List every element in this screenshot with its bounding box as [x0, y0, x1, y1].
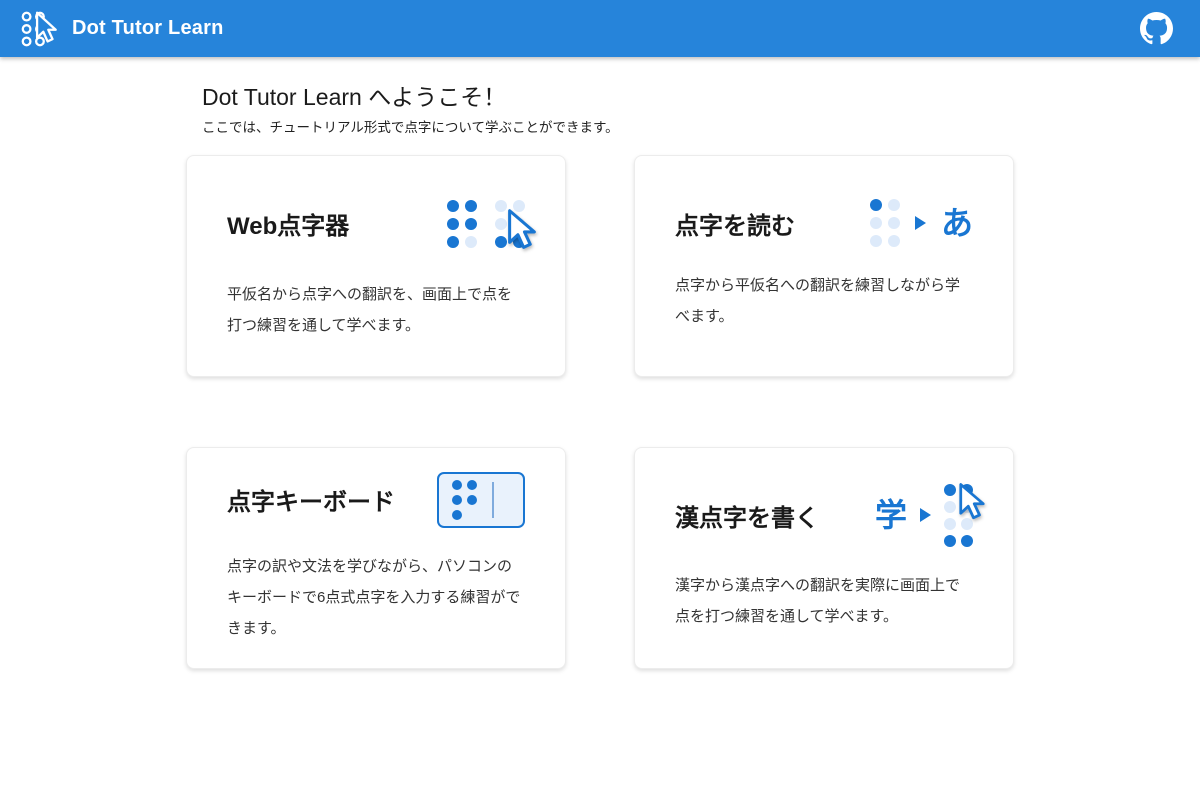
card-braille-keyboard[interactable]: 点字キーボード 点字の訳や文法を学びながら、パソコンのキーボードで6点式点字を入…: [186, 447, 566, 669]
braille-keyboard-key-icon: [437, 472, 525, 528]
card-description: 点字の訳や文法を学びながら、パソコンのキーボードで6点式点字を入力する練習ができ…: [227, 552, 525, 645]
card-read-braille[interactable]: 点字を読む あ 点字から平仮名への翻訳を練習しながら学べます。: [634, 155, 1014, 377]
main-content: Dot Tutor Learn へようこそ！ ここでは、チュートリアル形式で点字…: [186, 57, 1014, 669]
braille-cell: [870, 199, 900, 247]
card-title: 漢点字を書く: [675, 498, 819, 533]
card-write-kanji-braille[interactable]: 漢点字を書く 学: [634, 447, 1014, 669]
card-web-braille-writer[interactable]: Web点字器 平仮名から: [186, 155, 566, 377]
card-title: 点字キーボード: [227, 482, 395, 517]
card-description: 平仮名から点字への翻訳を、画面上で点を打つ練習を通して学べます。: [227, 280, 525, 342]
braille-cells-with-cursor-icon: [447, 190, 525, 256]
card-title: 点字を読む: [675, 206, 795, 241]
app-logo-icon: [18, 8, 60, 50]
braille-cell: [447, 200, 477, 248]
card-description: 点字から平仮名への翻訳を練習しながら学べます。: [675, 271, 973, 333]
app-header: Dot Tutor Learn: [0, 0, 1200, 57]
arrow-right-icon: [915, 216, 926, 230]
text-caret-icon: [492, 482, 494, 518]
card-head: 点字を読む あ: [675, 199, 973, 247]
tutorial-card-grid: Web点字器 平仮名から: [186, 155, 1014, 669]
mouse-cursor-icon: [505, 208, 539, 252]
braille-cell: [452, 480, 477, 520]
kanji-gaku-glyph: 学: [875, 499, 907, 531]
card-head: 漢点字を書く 学: [675, 484, 973, 547]
github-link[interactable]: [1136, 9, 1176, 49]
hiragana-a-glyph: あ: [941, 207, 973, 239]
card-title: Web点字器: [227, 206, 349, 241]
braille-to-hiragana-icon: あ: [870, 199, 973, 247]
github-icon: [1140, 12, 1173, 45]
card-description: 漢字から漢点字への翻訳を実際に画面上で点を打つ練習を通して学べます。: [675, 571, 973, 633]
card-head: Web点字器: [227, 190, 525, 256]
kanji-to-braille-cursor-icon: 学: [875, 484, 973, 547]
mouse-cursor-icon: [957, 482, 987, 522]
braille-cell-8dot-wrap: [944, 484, 973, 547]
welcome-section: Dot Tutor Learn へようこそ！ ここでは、チュートリアル形式で点字…: [186, 57, 1014, 138]
card-head: 点字キーボード: [227, 472, 525, 528]
arrow-right-icon: [920, 508, 931, 522]
page-subtitle: ここでは、チュートリアル形式で点字について学ぶことができます。: [202, 118, 1014, 138]
page-title: Dot Tutor Learn へようこそ！: [202, 82, 1014, 113]
app-title: Dot Tutor Learn: [72, 17, 224, 40]
